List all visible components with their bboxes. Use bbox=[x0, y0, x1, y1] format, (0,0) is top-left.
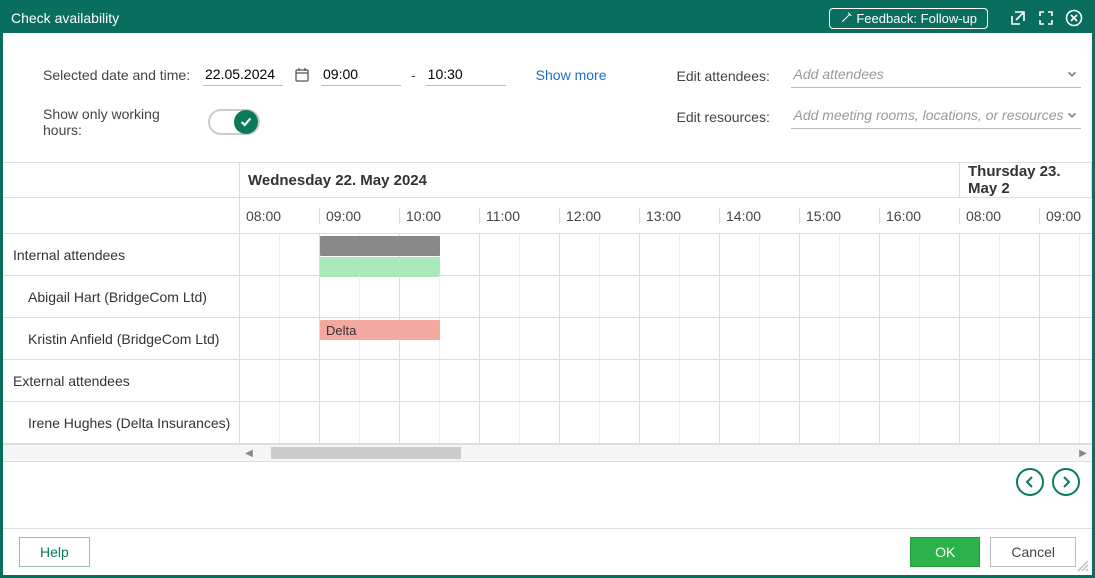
chevron-down-icon bbox=[1065, 108, 1079, 122]
row-cells bbox=[240, 276, 1092, 317]
attendees-placeholder: Add attendees bbox=[793, 66, 883, 82]
row-label: Kristin Anfield (BridgeCom Ltd) bbox=[3, 318, 240, 359]
edit-resources-label: Edit resources: bbox=[676, 109, 781, 125]
nav-arrows bbox=[3, 462, 1092, 496]
row-cells bbox=[240, 402, 1092, 443]
hour-header: 10:00 bbox=[400, 208, 480, 224]
availability-window: Check availability Feedback: Follow-up S… bbox=[0, 0, 1095, 578]
help-button[interactable]: Help bbox=[19, 537, 90, 567]
date-label: Selected date and time: bbox=[43, 67, 193, 83]
close-icon[interactable] bbox=[1064, 8, 1084, 28]
prev-day-button[interactable] bbox=[1016, 468, 1044, 496]
row-cells bbox=[240, 234, 1092, 275]
row-cells: Delta bbox=[240, 318, 1092, 359]
hour-header: 09:00 bbox=[1040, 208, 1092, 224]
resources-row: Edit resources: Add meeting rooms, locat… bbox=[676, 104, 1081, 129]
ok-button[interactable]: OK bbox=[910, 537, 980, 567]
feedback-label: Feedback: Follow-up bbox=[856, 11, 977, 26]
right-controls: Edit attendees: Add attendees Edit resou… bbox=[676, 63, 1081, 138]
hour-header: 12:00 bbox=[560, 208, 640, 224]
wand-icon bbox=[840, 12, 852, 24]
cancel-button[interactable]: Cancel bbox=[990, 537, 1076, 567]
row-label: External attendees bbox=[3, 360, 240, 401]
left-controls: Selected date and time: - Show more Show… bbox=[43, 63, 606, 138]
hour-header: 11:00 bbox=[480, 208, 560, 224]
hour-header: 13:00 bbox=[640, 208, 720, 224]
window-title: Check availability bbox=[11, 10, 119, 26]
resize-grip-icon[interactable] bbox=[1076, 559, 1090, 573]
hour-header: 15:00 bbox=[800, 208, 880, 224]
date-input[interactable] bbox=[203, 63, 283, 86]
feedback-button[interactable]: Feedback: Follow-up bbox=[829, 8, 988, 29]
scroll-thumb[interactable] bbox=[271, 447, 461, 459]
fullscreen-icon[interactable] bbox=[1036, 8, 1056, 28]
scroll-left-icon[interactable]: ◀ bbox=[240, 445, 258, 461]
calendar-icon[interactable] bbox=[293, 66, 311, 84]
attendees-row: Edit attendees: Add attendees bbox=[676, 63, 1081, 88]
time-dash: - bbox=[411, 67, 416, 83]
next-day-button[interactable] bbox=[1052, 468, 1080, 496]
meeting-block[interactable] bbox=[320, 236, 440, 256]
group-row: Internal attendees bbox=[3, 234, 1092, 276]
time-end-input[interactable] bbox=[426, 63, 506, 86]
edit-attendees-label: Edit attendees: bbox=[676, 68, 781, 84]
attendee-row: Irene Hughes (Delta Insurances) bbox=[3, 402, 1092, 444]
row-label: Abigail Hart (BridgeCom Ltd) bbox=[3, 276, 240, 317]
datetime-row: Selected date and time: - Show more bbox=[43, 63, 606, 86]
availability-segments bbox=[320, 257, 440, 277]
popout-icon[interactable] bbox=[1008, 8, 1028, 28]
hour-header: 14:00 bbox=[720, 208, 800, 224]
group-row: External attendees bbox=[3, 360, 1092, 402]
row-label: Internal attendees bbox=[3, 234, 240, 275]
hour-header: 16:00 bbox=[880, 208, 960, 224]
day-header-row: Wednesday 22. May 2024 Thursday 23. May … bbox=[3, 162, 1092, 198]
footer: Help OK Cancel bbox=[3, 528, 1092, 575]
working-hours-toggle[interactable] bbox=[208, 109, 260, 135]
day2-header: Thursday 23. May 2 bbox=[960, 163, 1092, 197]
chevron-down-icon bbox=[1065, 67, 1079, 81]
hour-header: 08:00 bbox=[960, 208, 1040, 224]
show-more-link[interactable]: Show more bbox=[536, 67, 607, 83]
calendar: Wednesday 22. May 2024 Thursday 23. May … bbox=[3, 162, 1092, 528]
hour-header-row: 08:0009:0010:0011:0012:0013:0014:0015:00… bbox=[3, 198, 1092, 234]
horizontal-scrollbar[interactable]: ◀ ▶ bbox=[3, 444, 1092, 462]
resources-input[interactable]: Add meeting rooms, locations, or resourc… bbox=[791, 104, 1081, 129]
hour-header: 09:00 bbox=[320, 208, 400, 224]
day1-header: Wednesday 22. May 2024 bbox=[240, 163, 960, 197]
attendees-input[interactable]: Add attendees bbox=[791, 63, 1081, 88]
row-cells bbox=[240, 360, 1092, 401]
working-hours-label: Show only working hours: bbox=[43, 106, 198, 138]
row-label: Irene Hughes (Delta Insurances) bbox=[3, 402, 240, 443]
titlebar: Check availability Feedback: Follow-up bbox=[3, 3, 1092, 33]
controls-area: Selected date and time: - Show more Show… bbox=[3, 33, 1092, 138]
attendee-row: Abigail Hart (BridgeCom Ltd) bbox=[3, 276, 1092, 318]
check-icon bbox=[234, 110, 258, 134]
hour-header: 08:00 bbox=[240, 208, 320, 224]
scroll-right-icon[interactable]: ▶ bbox=[1074, 445, 1092, 461]
grid-body: Internal attendeesAbigail Hart (BridgeCo… bbox=[3, 234, 1092, 444]
event-block[interactable]: Delta bbox=[320, 320, 440, 340]
working-hours-row: Show only working hours: bbox=[43, 106, 606, 138]
scroll-track[interactable] bbox=[258, 447, 1074, 459]
resources-placeholder: Add meeting rooms, locations, or resourc… bbox=[793, 107, 1063, 123]
attendee-row: Kristin Anfield (BridgeCom Ltd) Delta bbox=[3, 318, 1092, 360]
time-start-input[interactable] bbox=[321, 63, 401, 86]
